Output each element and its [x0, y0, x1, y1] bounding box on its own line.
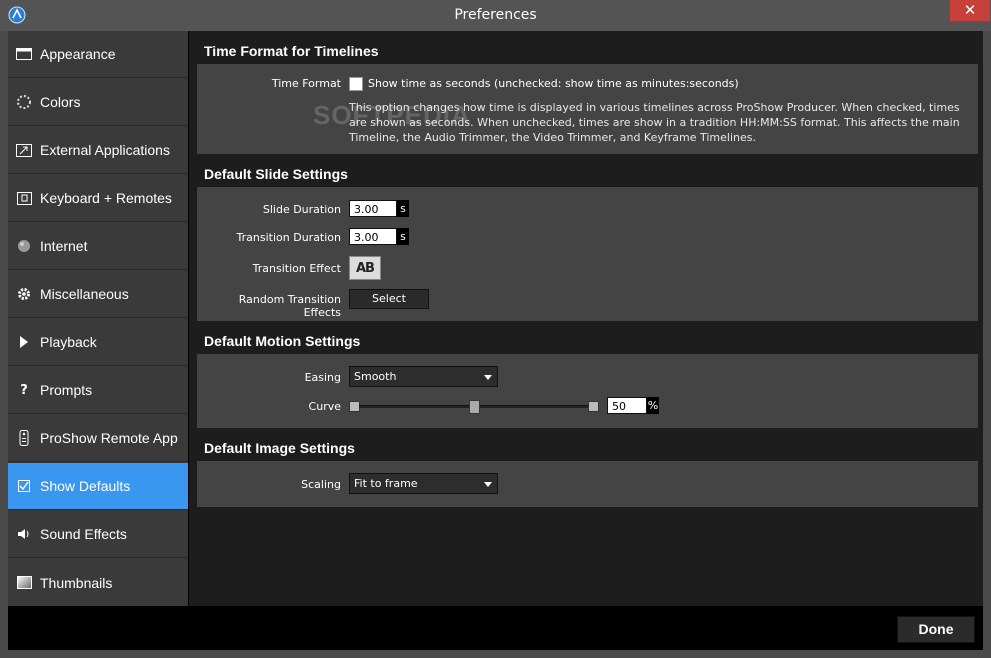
sidebar-item-colors[interactable]: Colors: [8, 79, 188, 126]
scaling-label: Scaling: [301, 478, 341, 491]
show-seconds-checkbox[interactable]: [349, 77, 363, 91]
section-title-time-format: Time Format for Timelines: [204, 43, 379, 59]
speaker-icon: [8, 528, 40, 540]
section-title-image-settings: Default Image Settings: [204, 440, 355, 456]
sidebar: Appearance Colors External Applications …: [8, 31, 188, 606]
chevron-down-icon: [484, 482, 492, 487]
sidebar-item-label: Prompts: [40, 382, 93, 398]
transition-effect-button[interactable]: AB: [349, 256, 381, 280]
sidebar-item-sound-effects[interactable]: Sound Effects: [8, 511, 188, 558]
sidebar-item-thumbnails[interactable]: Thumbnails: [8, 559, 188, 606]
keyboard-icon: [8, 191, 40, 205]
curve-label: Curve: [308, 400, 341, 413]
sidebar-item-label: Thumbnails: [40, 574, 113, 591]
motion-settings-panel: [197, 354, 978, 428]
sidebar-item-label: Internet: [40, 238, 88, 254]
sidebar-item-label: ProShow Remote App: [40, 430, 178, 446]
slide-duration-input[interactable]: 3.00: [349, 200, 397, 217]
transition-duration-label: Transition Duration: [236, 231, 341, 244]
sidebar-item-appearance[interactable]: Appearance: [8, 31, 188, 78]
sidebar-item-label: Colors: [40, 94, 81, 110]
curve-increment-icon[interactable]: [588, 401, 599, 412]
sidebar-item-label: Appearance: [40, 46, 116, 62]
sidebar-item-prompts[interactable]: ? Prompts: [8, 367, 188, 414]
sidebar-item-label: Show Defaults: [40, 478, 131, 494]
scaling-select[interactable]: Fit to frame: [349, 473, 498, 494]
section-title-slide-settings: Default Slide Settings: [204, 166, 348, 182]
question-icon: ?: [20, 382, 28, 398]
transition-effect-label: Transition Effect: [252, 262, 341, 275]
sidebar-item-internet[interactable]: Internet: [8, 223, 188, 270]
easing-value: Smooth: [354, 370, 397, 383]
thumbnail-icon: [8, 576, 40, 589]
chevron-down-icon: [484, 375, 492, 380]
sidebar-item-keyboard-remotes[interactable]: Keyboard + Remotes: [8, 175, 188, 222]
transition-ab-icon: AB: [356, 260, 375, 276]
random-transition-label: Random Transition Effects: [238, 293, 341, 319]
curve-slider-thumb[interactable]: [469, 400, 480, 414]
sidebar-item-show-defaults[interactable]: Show Defaults: [8, 463, 188, 510]
preferences-window: Preferences ✕ Appearance Colors External…: [0, 0, 991, 658]
done-button[interactable]: Done: [897, 616, 975, 643]
sidebar-item-label: Miscellaneous: [40, 286, 129, 302]
window-title: Preferences: [454, 7, 537, 23]
easing-select[interactable]: Smooth: [349, 366, 498, 387]
close-button[interactable]: ✕: [950, 0, 990, 21]
time-format-label: Time Format: [271, 77, 341, 90]
appearance-icon: [8, 48, 40, 60]
checkbox-icon: [8, 480, 40, 492]
easing-label: Easing: [304, 371, 341, 384]
title-bar: Preferences ✕: [0, 0, 991, 31]
colors-icon: [8, 95, 40, 109]
sidebar-item-external-applications[interactable]: External Applications: [8, 127, 188, 174]
close-icon[interactable]: ✕: [964, 1, 977, 19]
play-icon: [8, 336, 40, 348]
curve-unit: %: [647, 397, 659, 414]
sidebar-item-label: Playback: [40, 334, 97, 350]
slide-duration-label: Slide Duration: [262, 203, 341, 216]
gear-icon: [8, 287, 40, 301]
sidebar-item-playback[interactable]: Playback: [8, 319, 188, 366]
transition-duration-unit: s: [397, 228, 409, 245]
sidebar-item-label: Sound Effects: [40, 526, 127, 542]
sidebar-item-miscellaneous[interactable]: Miscellaneous: [8, 271, 188, 318]
sidebar-item-label: Keyboard + Remotes: [40, 190, 172, 206]
curve-value-input[interactable]: 50: [607, 397, 647, 414]
sidebar-item-proshow-remote-app[interactable]: ProShow Remote App: [8, 415, 188, 462]
internet-icon: [8, 239, 40, 253]
external-apps-icon: [8, 143, 40, 157]
watermark: SOFTPEDIA: [313, 100, 471, 130]
section-title-motion-settings: Default Motion Settings: [204, 333, 361, 349]
sidebar-item-label: External Applications: [40, 142, 170, 158]
slide-duration-unit: s: [397, 200, 409, 217]
select-button[interactable]: Select: [349, 289, 429, 309]
transition-duration-input[interactable]: 3.00: [349, 228, 397, 245]
remote-icon: [8, 430, 40, 446]
show-seconds-checkbox-label[interactable]: Show time as seconds (unchecked: show ti…: [368, 77, 739, 90]
scaling-value: Fit to frame: [354, 477, 418, 490]
